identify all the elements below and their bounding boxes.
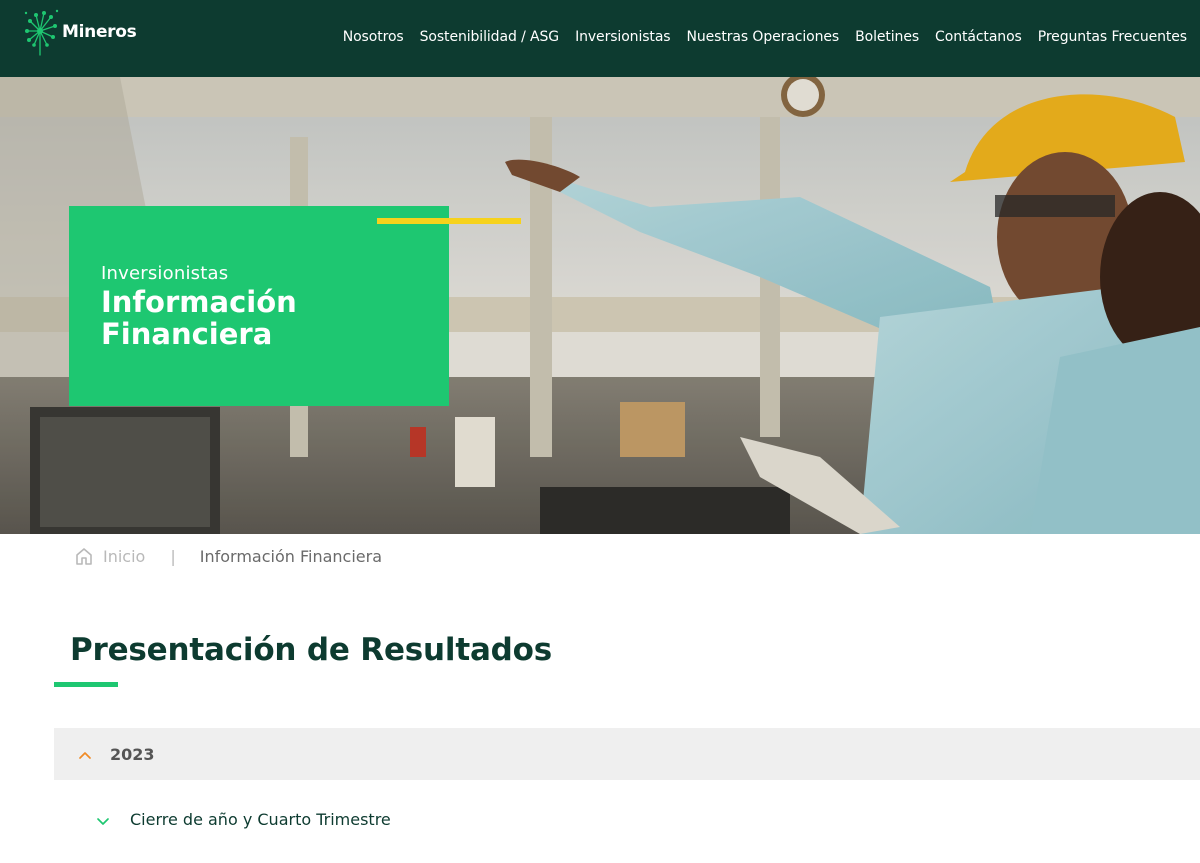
nav-item-contactanos[interactable]: Contáctanos [935, 29, 1022, 45]
accordion-year-2023[interactable]: 2023 [54, 728, 1200, 780]
section-title: Presentación de Resultados [70, 632, 553, 668]
accordion-year-label: 2023 [110, 744, 155, 764]
breadcrumb-current: Información Financiera [199, 546, 382, 566]
nav-item-operaciones[interactable]: Nuestras Operaciones [687, 29, 840, 45]
nav-item-sostenibilidad[interactable]: Sostenibilidad / ASG [420, 29, 560, 45]
section-title-underline [54, 682, 118, 687]
hero-accent-bar [377, 218, 521, 224]
brand-name: Mineros [62, 22, 137, 42]
dandelion-logo-icon [24, 9, 59, 56]
hero-title: Información Financiera [101, 285, 297, 351]
hero-kicker: Inversionistas [101, 263, 229, 284]
accordion-item-cierre[interactable]: Cierre de año y Cuarto Trimestre [96, 810, 391, 829]
top-header: Mineros Nosotros Sostenibilidad / ASG In… [0, 0, 1200, 77]
nav-item-inversionistas[interactable]: Inversionistas [575, 29, 671, 45]
brand-logo[interactable]: Mineros [24, 6, 154, 58]
chevron-up-icon [78, 747, 92, 761]
home-icon[interactable] [74, 546, 94, 566]
nav-item-preguntas[interactable]: Preguntas Frecuentes [1038, 29, 1187, 45]
accordion-item-label: Cierre de año y Cuarto Trimestre [130, 810, 391, 829]
breadcrumb: Inicio | Información Financiera [74, 544, 382, 568]
nav-item-nosotros[interactable]: Nosotros [343, 29, 404, 45]
breadcrumb-home-link[interactable]: Inicio [103, 547, 145, 566]
main-nav: Nosotros Sostenibilidad / ASG Inversioni… [343, 29, 1187, 45]
chevron-down-icon [96, 813, 110, 827]
nav-item-boletines[interactable]: Boletines [855, 29, 919, 45]
breadcrumb-separator: | [170, 546, 176, 566]
